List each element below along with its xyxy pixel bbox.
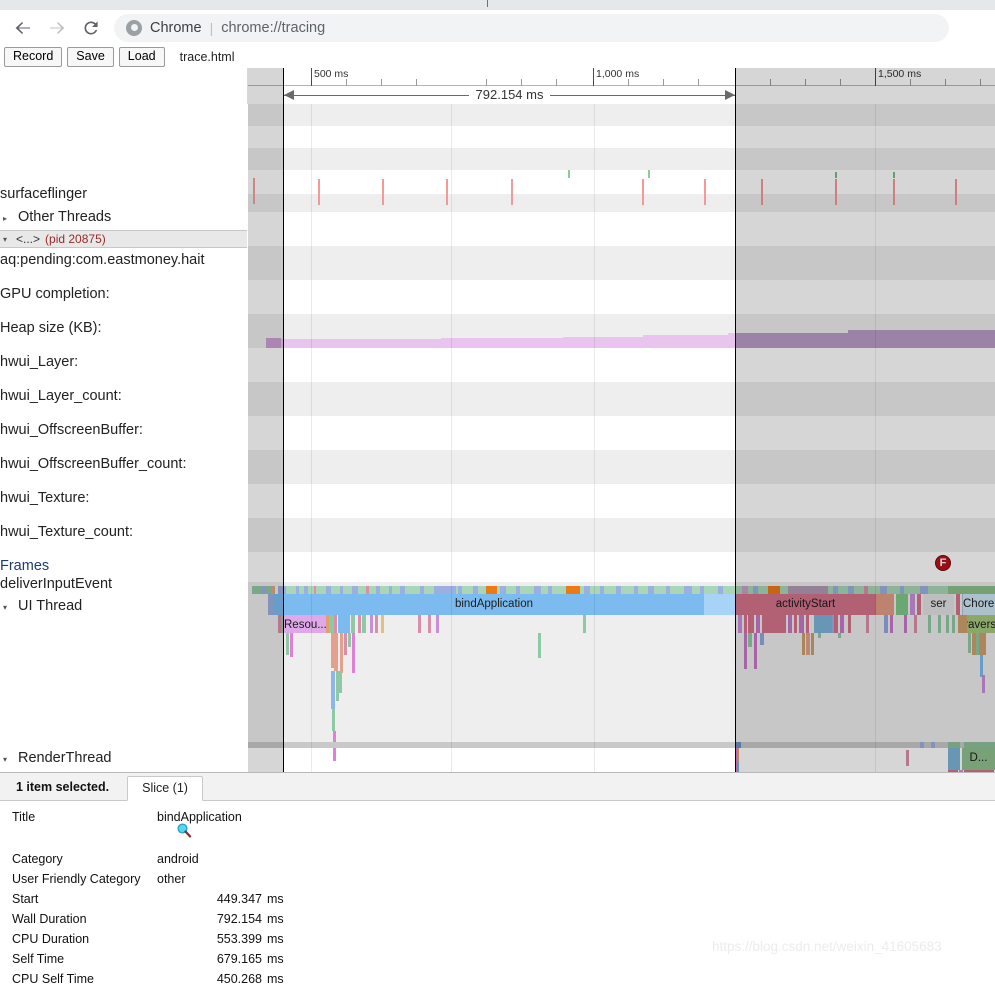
track-label-hwui-layer[interactable]: hwui_Layer: [0, 355, 78, 370]
slice-bind-application[interactable]: bindApplication [284, 594, 704, 615]
selection-duration-label: 792.154 ms [468, 87, 551, 102]
detail-key: Wall Duration [12, 912, 87, 926]
detail-value: android [157, 852, 199, 866]
table-row [12, 827, 995, 849]
detail-unit: ms [267, 972, 284, 986]
track-label-frames[interactable]: Frames [0, 559, 49, 574]
track-label-other-threads: Other Threads [18, 209, 112, 225]
chevron-right-icon[interactable]: ▸ [0, 215, 10, 223]
slice-ser[interactable]: ser [923, 594, 954, 615]
analysis-tabbar: 1 item selected. Slice (1) [0, 773, 995, 801]
track-labels-pane[interactable]: surfaceflinger ▸ Other Threads ▾ <...> (p… [0, 68, 248, 772]
detail-unit: ms [267, 892, 284, 906]
chevron-down-icon[interactable]: ▾ [0, 235, 10, 244]
tab-indicator [487, 0, 488, 7]
tab-slice[interactable]: Slice (1) [127, 776, 203, 801]
browser-tabstrip[interactable] [0, 0, 995, 10]
track-label-hwui-texture-count[interactable]: hwui_Texture_count: [0, 525, 133, 540]
table-row: CPU Self Time 450.268 ms [12, 969, 995, 989]
detail-value: 449.347 [216, 892, 262, 906]
track-view[interactable]: F bindApplication activityStart ser Chor… [0, 68, 995, 772]
forward-arrow-icon[interactable] [40, 13, 74, 43]
detail-unit: ms [267, 952, 284, 966]
detail-key: CPU Self Time [12, 972, 94, 986]
detail-key: CPU Duration [12, 932, 90, 946]
tracing-toolbar: Record Save Load trace.html [0, 45, 995, 68]
slice-bind-application-tail[interactable] [704, 594, 735, 615]
track-label-deliver-input-event[interactable]: deliverInputEvent [0, 577, 112, 592]
table-row: User Friendly Category other [12, 869, 995, 889]
omnibox-url: chrome://tracing [221, 19, 326, 36]
omnibox-app-name: Chrome [150, 19, 202, 36]
detail-value: other [157, 872, 186, 886]
track-label-ui-thread: UI Thread [18, 598, 83, 614]
record-button[interactable]: Record [4, 46, 63, 67]
track-label-hwui-layer-count[interactable]: hwui_Layer_count: [0, 389, 122, 404]
detail-value: 792.154 [216, 912, 262, 926]
table-row: Wall Duration 792.154 ms [12, 909, 995, 929]
trace-filename: trace.html [179, 49, 235, 64]
detail-key: Self Time [12, 952, 65, 966]
process-pid: (pid 20875) [45, 232, 106, 246]
slice-details-table: Title bindApplication Category android U… [0, 801, 995, 989]
table-row: Start 449.347 ms [12, 889, 995, 909]
omnibox-separator: | [209, 19, 214, 36]
detail-unit: ms [267, 912, 284, 926]
track-label-aq-pending[interactable]: aq:pending:com.eastmoney.hait [0, 253, 204, 268]
chrome-logo-icon [126, 19, 142, 36]
track-label-heap-size[interactable]: Heap size (KB): [0, 321, 102, 336]
detail-value: 450.268 [216, 972, 262, 986]
back-arrow-icon[interactable] [6, 13, 40, 43]
ruler-label-1500ms: 1,500 ms [878, 68, 922, 80]
selection-count-label: 1 item selected. [16, 780, 110, 794]
chevron-down-icon[interactable]: ▾ [0, 756, 10, 764]
watermark: https://blog.csdn.net/weixin_41605683 [712, 939, 942, 954]
reload-icon[interactable] [74, 13, 108, 43]
detail-value: 679.165 [216, 952, 262, 966]
slice-activity-start[interactable]: activityStart [735, 594, 876, 615]
save-button[interactable]: Save [67, 46, 114, 67]
detail-value: bindApplication [157, 810, 242, 824]
process-group-row[interactable]: ▾ <...> (pid 20875) [0, 230, 247, 248]
track-label-surfaceflinger[interactable]: surfaceflinger [0, 187, 87, 202]
detail-value: 553.399 [216, 932, 262, 946]
track-label-render-thread-row[interactable]: ▾ RenderThread [0, 751, 112, 766]
omnibox[interactable]: Chrome | chrome://tracing [114, 13, 949, 42]
load-button[interactable]: Load [118, 46, 165, 67]
browser-toolbar: Chrome | chrome://tracing [0, 10, 995, 45]
slice-resources[interactable]: Resou... [284, 615, 326, 633]
table-row: Category android [12, 849, 995, 869]
process-name: <...> [16, 232, 41, 246]
detail-key: Title [12, 810, 36, 824]
timeline-ruler[interactable]: 500 ms 1,000 ms 1,500 ms [248, 68, 995, 86]
selection-handle-right[interactable] [735, 68, 736, 772]
track-label-hwui-offscreenbuffer-count[interactable]: hwui_OffscreenBuffer_count: [0, 457, 186, 472]
slice-draw-frame[interactable]: D... [962, 748, 995, 770]
track-label-other-threads-row[interactable]: ▸ Other Threads [0, 210, 111, 225]
track-label-hwui-texture[interactable]: hwui_Texture: [0, 491, 89, 506]
selection-duration-band: 792.154 ms [248, 86, 995, 104]
track-label-hwui-offscreenbuffer[interactable]: hwui_OffscreenBuffer: [0, 423, 143, 438]
selection-handle-left[interactable] [283, 68, 284, 772]
detail-key: User Friendly Category [12, 872, 141, 886]
ruler-label-500ms: 500 ms [314, 68, 349, 80]
table-row: Title bindApplication [12, 807, 995, 827]
track-label-render-thread: RenderThread [18, 750, 112, 766]
timeline-canvas[interactable]: F bindApplication activityStart ser Chor… [248, 68, 995, 772]
detail-unit: ms [267, 932, 284, 946]
chevron-down-icon[interactable]: ▾ [0, 604, 10, 612]
track-label-ui-thread-row[interactable]: ▾ UI Thread [0, 599, 82, 614]
slice-choreographer[interactable]: Chore... [962, 594, 995, 615]
ruler-label-1000ms: 1,000 ms [596, 68, 640, 80]
flow-event-marker[interactable]: F [935, 555, 951, 571]
magnifier-icon[interactable] [176, 822, 192, 838]
detail-key: Start [12, 892, 39, 906]
detail-key: Category [12, 852, 63, 866]
track-label-gpu-completion[interactable]: GPU completion: [0, 287, 110, 302]
